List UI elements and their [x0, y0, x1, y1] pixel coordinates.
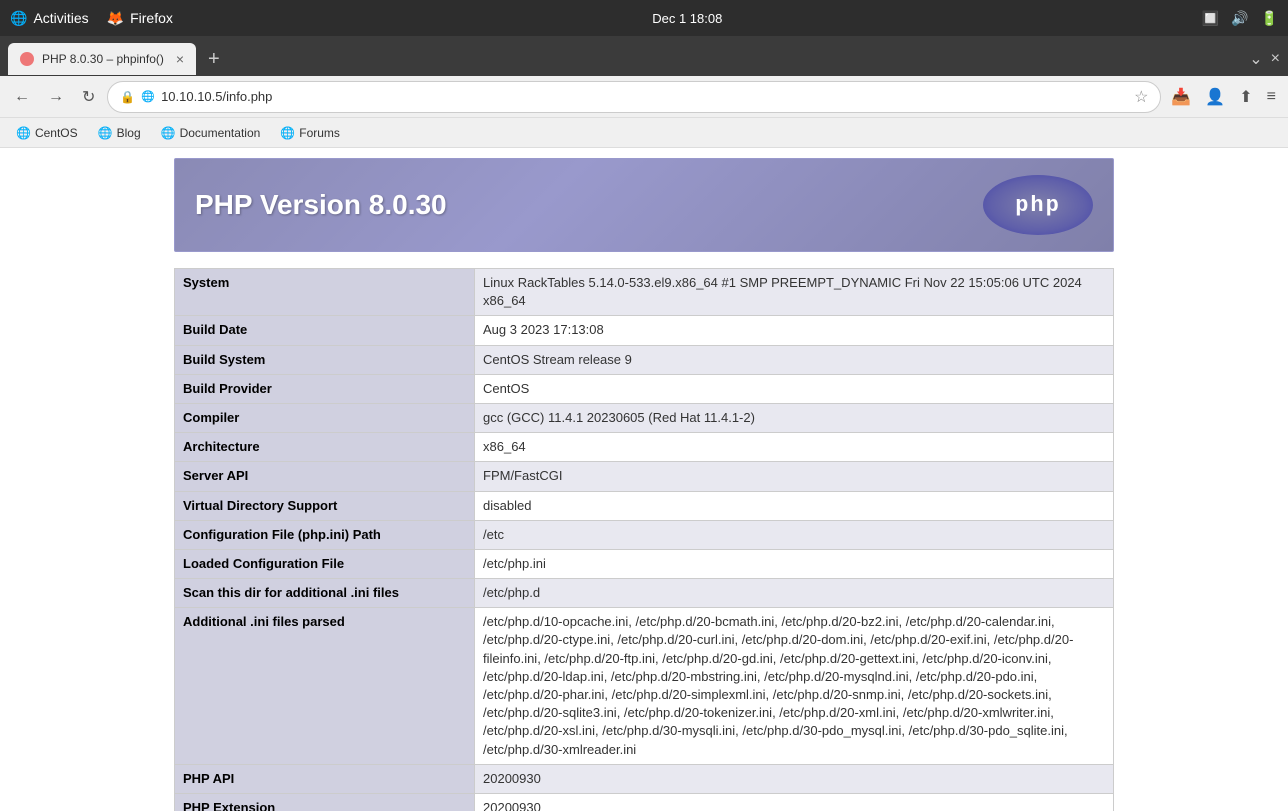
php-version-title: PHP Version 8.0.30 — [195, 189, 447, 221]
row-value: disabled — [475, 491, 1114, 520]
table-row: PHP API20200930 — [175, 764, 1114, 793]
address-icon-2: 🌐 — [141, 90, 155, 103]
firefox-button[interactable]: 🦊 Firefox — [107, 10, 173, 27]
bookmark-documentation[interactable]: 🌐 Documentation — [153, 124, 269, 142]
bookmark-blog[interactable]: 🌐 Blog — [90, 124, 149, 142]
tab-right-controls: ⌄ × — [1249, 49, 1280, 69]
php-header: PHP Version 8.0.30 php — [174, 158, 1114, 252]
row-value: Linux RackTables 5.14.0-533.el9.x86_64 #… — [475, 269, 1114, 316]
row-value: CentOS — [475, 374, 1114, 403]
address-input[interactable] — [161, 89, 1128, 104]
table-row: Scan this dir for additional .ini files/… — [175, 579, 1114, 608]
tab-close-button[interactable]: × — [176, 51, 184, 67]
phpinfo-wrapper: PHP Version 8.0.30 php SystemLinux RackT… — [174, 158, 1114, 811]
system-datetime: Dec 1 18:08 — [652, 11, 722, 26]
table-row: Additional .ini files parsed/etc/php.d/1… — [175, 608, 1114, 765]
close-window-button[interactable]: × — [1271, 50, 1280, 68]
row-key: System — [175, 269, 475, 316]
bookmark-globe-icon-4: 🌐 — [280, 126, 295, 140]
row-value: /etc — [475, 520, 1114, 549]
bookmark-star-icon[interactable]: ☆ — [1134, 87, 1148, 107]
row-value: FPM/FastCGI — [475, 462, 1114, 491]
reload-button[interactable]: ↻ — [76, 83, 101, 111]
row-key: PHP Extension — [175, 793, 475, 811]
security-icon: 🔒 — [120, 90, 135, 104]
row-key: PHP API — [175, 764, 475, 793]
table-row: Build DateAug 3 2023 17:13:08 — [175, 316, 1114, 345]
row-value: CentOS Stream release 9 — [475, 345, 1114, 374]
row-value: gcc (GCC) 11.4.1 20230605 (Red Hat 11.4.… — [475, 403, 1114, 432]
browser-actions: 📥 👤 ⬆ ≡ — [1167, 83, 1280, 111]
activities-button[interactable]: 🌐 Activities — [10, 10, 89, 27]
row-value: Aug 3 2023 17:13:08 — [475, 316, 1114, 345]
tab-label: PHP 8.0.30 – phpinfo() — [42, 52, 164, 66]
row-key: Compiler — [175, 403, 475, 432]
firefox-icon: 🦊 — [107, 10, 124, 27]
bookmark-blog-label: Blog — [117, 126, 141, 140]
row-value: x86_64 — [475, 433, 1114, 462]
system-bar: 🌐 Activities 🦊 Firefox Dec 1 18:08 🔲 🔊 🔋 — [0, 0, 1288, 36]
row-key: Server API — [175, 462, 475, 491]
active-tab[interactable]: PHP 8.0.30 – phpinfo() × — [8, 43, 196, 75]
table-row: Virtual Directory Supportdisabled — [175, 491, 1114, 520]
row-key: Virtual Directory Support — [175, 491, 475, 520]
bookmark-documentation-label: Documentation — [180, 126, 261, 140]
tab-bar: PHP 8.0.30 – phpinfo() × + ⌄ × — [0, 36, 1288, 76]
page-content: PHP Version 8.0.30 php SystemLinux RackT… — [0, 148, 1288, 811]
system-tray: 🔲 🔊 🔋 — [1202, 10, 1278, 27]
table-row: PHP Extension20200930 — [175, 793, 1114, 811]
volume-icon[interactable]: 🔊 — [1231, 10, 1248, 27]
back-button[interactable]: ← — [8, 84, 36, 110]
nav-bar: ← → ↻ 🔒 🌐 ☆ 📥 👤 ⬆ ≡ — [0, 76, 1288, 118]
system-bar-left: 🌐 Activities 🦊 Firefox — [10, 10, 173, 27]
forward-button[interactable]: → — [42, 84, 70, 110]
network-icon[interactable]: 🔲 — [1202, 10, 1219, 27]
row-value: 20200930 — [475, 764, 1114, 793]
bookmark-centos-label: CentOS — [35, 126, 78, 140]
table-row: Loaded Configuration File/etc/php.ini — [175, 549, 1114, 578]
php-logo: php — [983, 175, 1093, 235]
activities-label: Activities — [33, 10, 88, 26]
row-key: Additional .ini files parsed — [175, 608, 475, 765]
bookmark-centos[interactable]: 🌐 CentOS — [8, 124, 86, 142]
table-row: Architecturex86_64 — [175, 433, 1114, 462]
row-key: Configuration File (php.ini) Path — [175, 520, 475, 549]
bookmark-globe-icon-2: 🌐 — [98, 126, 113, 140]
table-row: Server APIFPM/FastCGI — [175, 462, 1114, 491]
row-value: /etc/php.d — [475, 579, 1114, 608]
activities-icon: 🌐 — [10, 10, 27, 27]
row-key: Scan this dir for additional .ini files — [175, 579, 475, 608]
bookmark-globe-icon-3: 🌐 — [161, 126, 176, 140]
row-key: Build Date — [175, 316, 475, 345]
pocket-button[interactable]: 📥 — [1167, 83, 1195, 111]
table-row: Compilergcc (GCC) 11.4.1 20230605 (Red H… — [175, 403, 1114, 432]
bookmark-forums-label: Forums — [299, 126, 340, 140]
row-key: Build Provider — [175, 374, 475, 403]
menu-button[interactable]: ≡ — [1263, 84, 1280, 110]
account-button[interactable]: 👤 — [1201, 83, 1229, 111]
table-row: Build SystemCentOS Stream release 9 — [175, 345, 1114, 374]
battery-icon[interactable]: 🔋 — [1261, 10, 1278, 27]
table-row: SystemLinux RackTables 5.14.0-533.el9.x8… — [175, 269, 1114, 316]
tab-favicon — [20, 52, 34, 66]
bookmark-forums[interactable]: 🌐 Forums — [272, 124, 348, 142]
address-bar[interactable]: 🔒 🌐 ☆ — [107, 81, 1161, 113]
row-key: Loaded Configuration File — [175, 549, 475, 578]
row-value: /etc/php.ini — [475, 549, 1114, 578]
row-key: Architecture — [175, 433, 475, 462]
row-value: /etc/php.d/10-opcache.ini, /etc/php.d/20… — [475, 608, 1114, 765]
new-tab-button[interactable]: + — [202, 48, 226, 71]
row-key: Build System — [175, 345, 475, 374]
more-tabs-button[interactable]: ⌄ — [1249, 49, 1262, 69]
table-row: Configuration File (php.ini) Path/etc — [175, 520, 1114, 549]
row-value: 20200930 — [475, 793, 1114, 811]
share-button[interactable]: ⬆ — [1235, 83, 1256, 111]
phpinfo-table: SystemLinux RackTables 5.14.0-533.el9.x8… — [174, 268, 1114, 811]
firefox-label: Firefox — [130, 10, 173, 26]
table-row: Build ProviderCentOS — [175, 374, 1114, 403]
bookmarks-bar: 🌐 CentOS 🌐 Blog 🌐 Documentation 🌐 Forums — [0, 118, 1288, 148]
bookmark-globe-icon: 🌐 — [16, 126, 31, 140]
